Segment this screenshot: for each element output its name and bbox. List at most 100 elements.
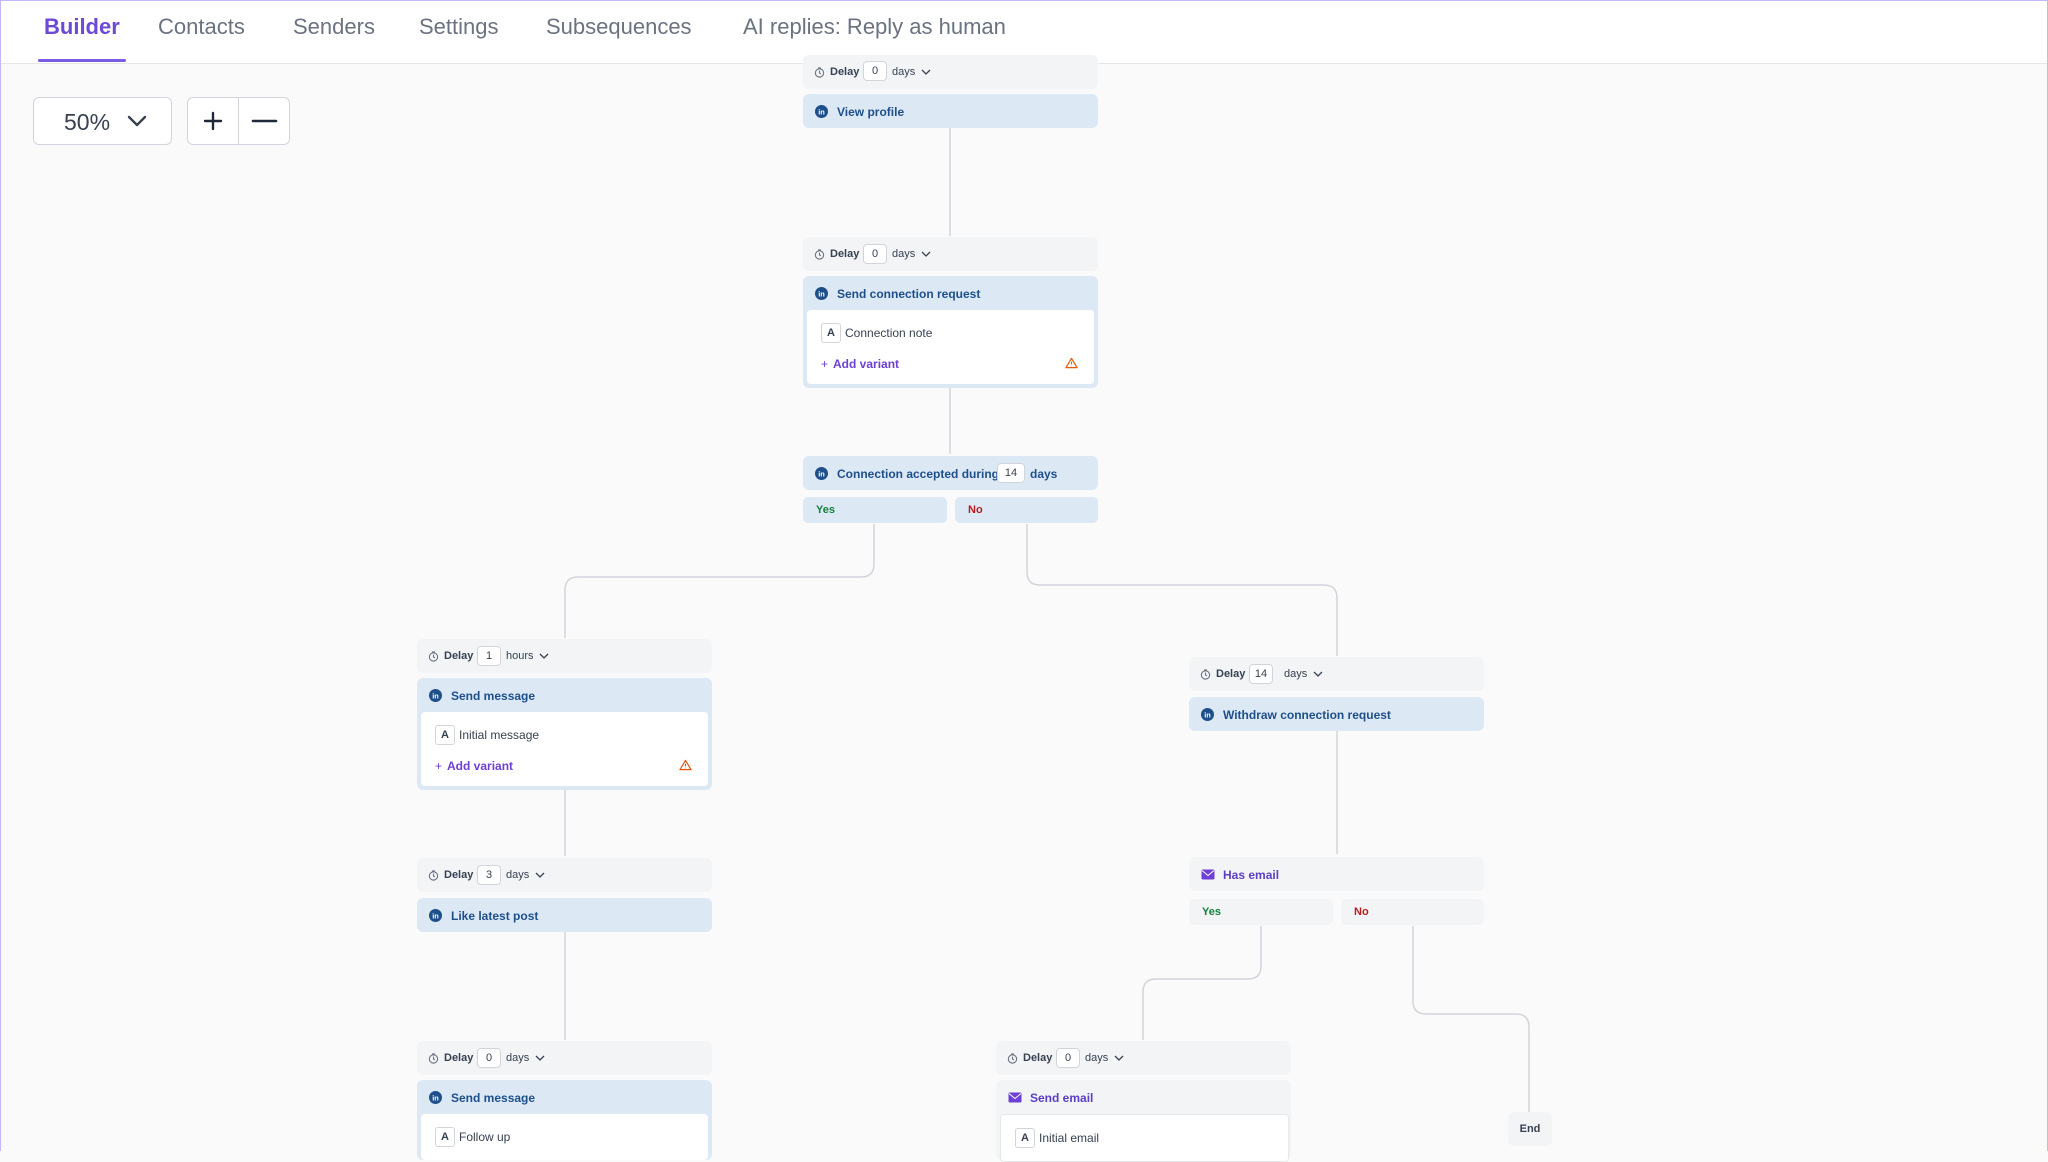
add-variant-label: Add variant <box>833 357 900 371</box>
branch-no-label: No <box>1354 906 1369 918</box>
delay-label: Delay <box>444 1052 474 1064</box>
action-label: Send connection request <box>837 287 981 301</box>
delay-step[interactable]: Delay 0 days <box>996 1041 1291 1075</box>
delay-label: Delay <box>444 869 474 881</box>
add-variant-label: Add variant <box>447 759 514 773</box>
delay-unit-select[interactable]: hours <box>506 650 534 662</box>
delay-step[interactable]: Delay 0 days <box>803 237 1098 271</box>
chevron-down-icon <box>1114 1055 1124 1061</box>
chevron-down-icon <box>535 1055 545 1061</box>
tab-senders[interactable]: Senders <box>293 14 375 40</box>
delay-unit-select[interactable]: days <box>1085 1052 1108 1064</box>
tab-contacts[interactable]: Contacts <box>158 14 245 40</box>
delay-value-input[interactable]: 0 <box>863 61 887 81</box>
action-view-profile[interactable]: in View profile <box>803 94 1098 128</box>
linkedin-icon: in <box>815 287 828 300</box>
branch-no-label: No <box>968 504 983 516</box>
tab-subsequences[interactable]: Subsequences <box>546 14 692 40</box>
svg-text:in: in <box>818 469 825 478</box>
delay-value-input[interactable]: 0 <box>1056 1048 1080 1068</box>
add-variant-button[interactable]: + Add variant <box>435 759 513 773</box>
condition-label: Has email <box>1223 868 1280 882</box>
zoom-value: 50% <box>64 109 111 135</box>
minus-icon <box>251 119 278 123</box>
delay-step[interactable]: Delay 0 days <box>803 55 1098 89</box>
svg-text:in: in <box>432 1093 439 1102</box>
action-label: Like latest post <box>451 909 539 923</box>
action-label: View profile <box>837 105 905 119</box>
branch-yes-label: Yes <box>1202 906 1221 918</box>
variants-panel: A Follow up <box>421 1114 708 1160</box>
plus-icon: + <box>821 357 829 371</box>
action-like-latest-post[interactable]: in Like latest post <box>417 898 712 932</box>
clock-icon <box>428 651 439 662</box>
action-send-message-followup[interactable]: in Send message A Follow up <box>417 1080 712 1160</box>
condition-label: Connection accepted during <box>837 467 1000 481</box>
delay-step[interactable]: Delay 0 days <box>417 1041 712 1075</box>
variant-badge: A <box>435 1127 455 1147</box>
chevron-down-icon <box>921 251 931 257</box>
action-send-connection-request[interactable]: in Send connection request A Connection … <box>803 276 1098 388</box>
plus-icon: + <box>435 759 443 773</box>
svg-text:in: in <box>818 289 825 298</box>
delay-unit-select[interactable]: days <box>892 248 915 260</box>
add-variant-button[interactable]: + Add variant <box>821 357 899 371</box>
action-label: Withdraw connection request <box>1223 708 1391 722</box>
action-send-email[interactable]: Send email A Initial email <box>996 1080 1291 1162</box>
delay-step[interactable]: Delay 1 hours <box>417 639 712 673</box>
variants-panel: A Initial email <box>1000 1114 1289 1162</box>
end-node[interactable]: End <box>1508 1112 1552 1146</box>
delay-value-input[interactable]: 0 <box>863 244 887 264</box>
linkedin-icon: in <box>815 105 828 118</box>
mail-icon <box>1201 869 1215 880</box>
zoom-select[interactable]: 50% <box>33 97 172 145</box>
variants-panel: A Connection note + Add variant <box>807 310 1094 384</box>
linkedin-icon: in <box>1201 708 1214 721</box>
branch-yes-label: Yes <box>816 504 835 516</box>
delay-value-input[interactable]: 1 <box>477 646 501 666</box>
clock-icon <box>428 1053 439 1064</box>
delay-unit-select[interactable]: days <box>506 1052 529 1064</box>
active-tab-indicator <box>38 59 126 62</box>
variants-panel: A Initial message + Add variant <box>421 712 708 786</box>
zoom-in-button[interactable] <box>188 98 238 144</box>
warning-icon <box>679 759 692 771</box>
variant-badge: A <box>821 323 841 343</box>
delay-step[interactable]: Delay 14 days <box>1189 657 1484 691</box>
action-send-message[interactable]: in Send message A Initial message + Add v… <box>417 678 712 790</box>
clock-icon <box>428 870 439 881</box>
chevron-down-icon <box>535 872 545 878</box>
zoom-out-button[interactable] <box>239 98 289 144</box>
svg-text:in: in <box>1204 710 1211 719</box>
tab-ai-replies[interactable]: AI replies: Reply as human <box>743 14 1006 40</box>
condition-has-email[interactable]: Has email <box>1189 857 1484 891</box>
condition-unit: days <box>1030 467 1058 481</box>
delay-unit-select[interactable]: days <box>506 869 529 881</box>
variant-name: Connection note <box>845 326 933 340</box>
variant-name: Initial message <box>459 728 540 742</box>
delay-unit-select[interactable]: days <box>1284 668 1307 680</box>
action-withdraw-connection-request[interactable]: in Withdraw connection request <box>1189 697 1484 731</box>
delay-label: Delay <box>444 650 474 662</box>
linkedin-icon: in <box>815 467 828 480</box>
delay-value-input[interactable]: 14 <box>1249 664 1273 684</box>
tab-settings[interactable]: Settings <box>419 14 499 40</box>
delay-value-input[interactable]: 3 <box>477 865 501 885</box>
delay-label: Delay <box>1216 668 1246 680</box>
variant-badge: A <box>435 725 455 745</box>
linkedin-icon: in <box>429 1091 442 1104</box>
tab-builder[interactable]: Builder <box>44 14 120 40</box>
delay-label: Delay <box>1023 1052 1053 1064</box>
branch-no: No <box>955 497 1098 523</box>
mail-icon <box>1008 1092 1022 1103</box>
delay-step[interactable]: Delay 3 days <box>417 858 712 892</box>
svg-text:in: in <box>818 107 825 116</box>
clock-icon <box>814 67 825 78</box>
chevron-down-icon <box>921 69 931 75</box>
action-label: Send message <box>451 689 536 703</box>
delay-value-input[interactable]: 0 <box>477 1048 501 1068</box>
condition-days-input[interactable]: 14 <box>997 463 1025 483</box>
chevron-down-icon <box>127 115 147 127</box>
condition-connection-accepted[interactable]: in Connection accepted during 14 days <box>803 456 1098 490</box>
delay-unit-select[interactable]: days <box>892 66 915 78</box>
